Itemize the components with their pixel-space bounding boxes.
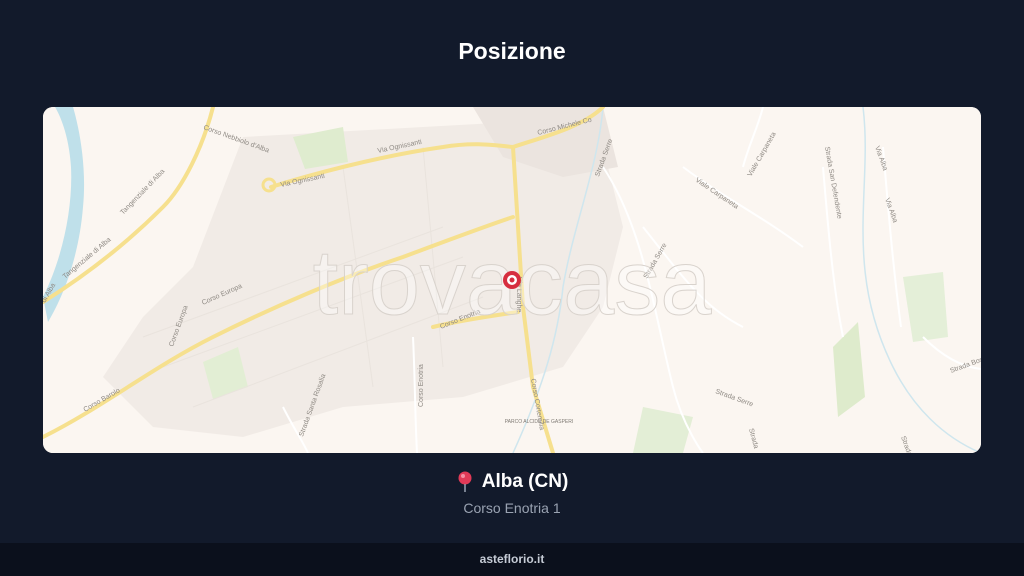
park-label: PARCO ALCIDE DE GASPERI: [505, 419, 574, 425]
location-info: Alba (CN): [0, 471, 1024, 498]
round-pushpin-icon: [458, 471, 472, 492]
map-pin-icon[interactable]: [503, 271, 521, 289]
map-canvas[interactable]: Corso Nebbiolo d'Alba Via Ognissanti Via…: [43, 107, 981, 453]
page-title: Posizione: [458, 38, 566, 64]
footer-site-link[interactable]: asteflorio.it: [480, 552, 545, 566]
location-city: Alba (CN): [481, 471, 569, 492]
location-address: Corso Enotria 1: [463, 500, 561, 516]
footer: asteflorio.it: [0, 543, 1024, 576]
street-label: Corso Enotria: [418, 364, 425, 407]
location-map[interactable]: Corso Nebbiolo d'Alba Via Ognissanti Via…: [43, 107, 981, 453]
